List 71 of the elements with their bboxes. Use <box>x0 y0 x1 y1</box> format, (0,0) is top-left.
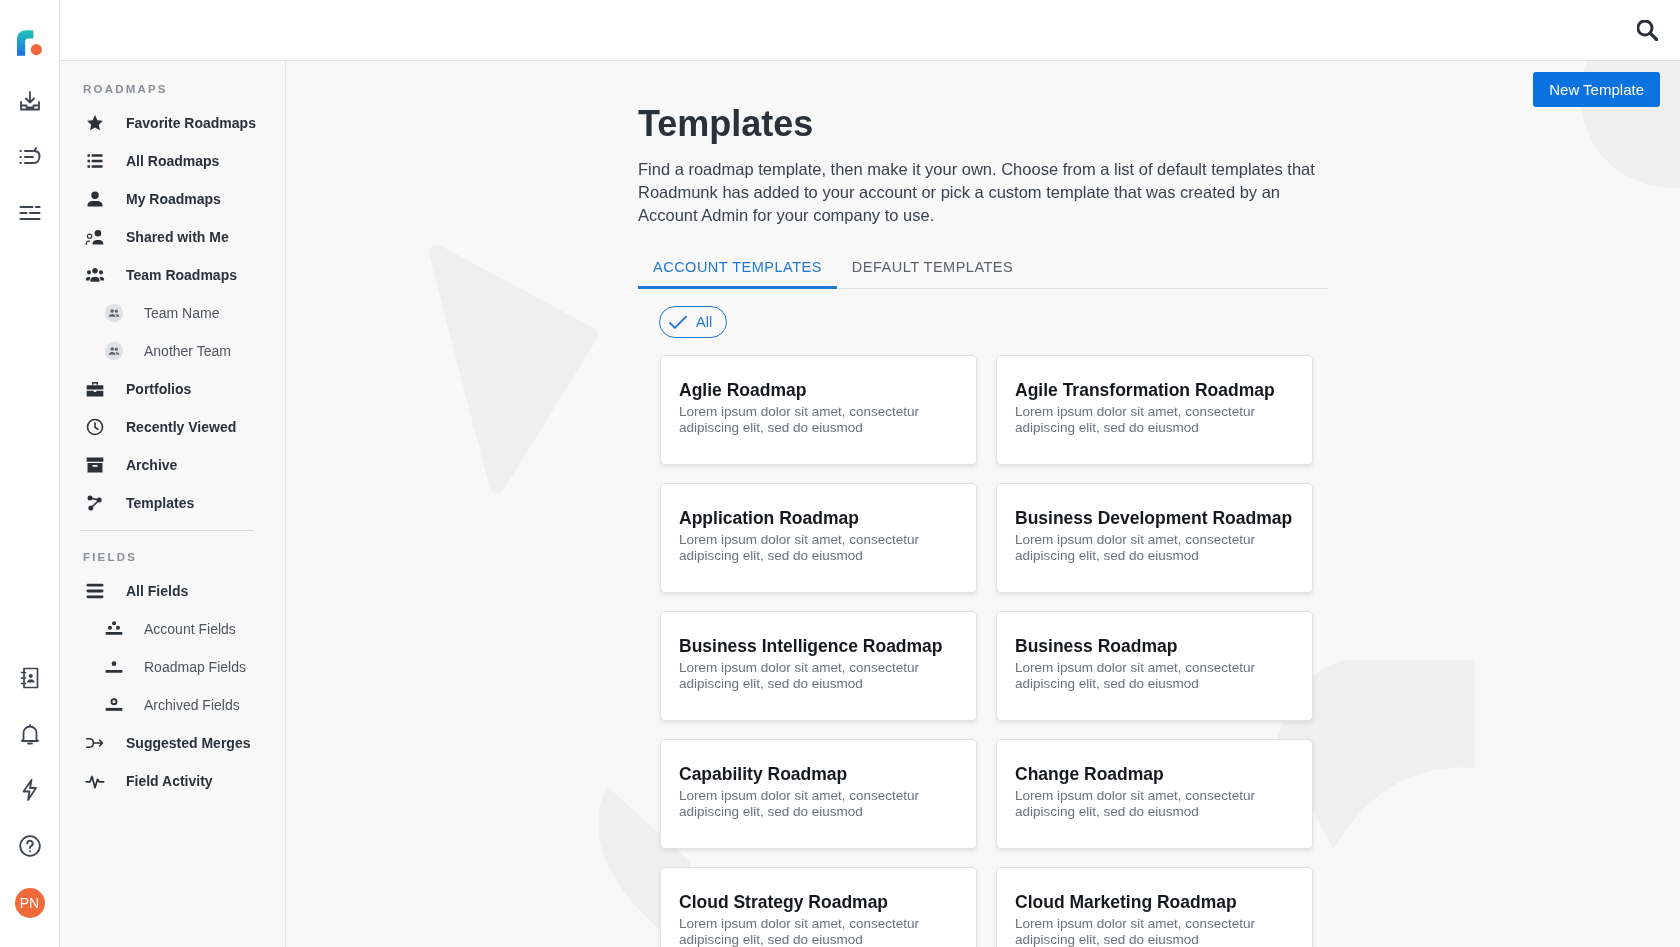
template-card[interactable]: Aglie Roadmap Lorem ipsum dolor sit amet, consectetur adipiscing elit, sed do eiusmod <box>660 355 977 465</box>
sidebar-link[interactable]: All Roadmaps <box>83 142 220 180</box>
sidebar-link[interactable]: Templates <box>83 484 195 522</box>
download-icon[interactable] <box>17 89 42 113</box>
sidebar-link[interactable]: Portfolios <box>83 370 192 408</box>
group-icon <box>85 265 105 285</box>
card-description: Lorem ipsum dolor sit amet, consectetur adipiscing elit, sed do eiusmod <box>679 788 921 820</box>
template-card[interactable]: Change Roadmap Lorem ipsum dolor sit amet, consectetur adipiscing elit, sed do eiusmod <box>996 739 1313 849</box>
card-description: Lorem ipsum dolor sit amet, consectetur adipiscing elit, sed do eiusmod <box>1015 532 1257 564</box>
card-title: Agile Transformation Roadmap <box>1015 379 1275 401</box>
sidebar-link[interactable]: Team Roadmaps <box>83 256 237 294</box>
section-heading: FIELDS <box>83 550 138 565</box>
help-icon[interactable] <box>17 834 42 858</box>
page-description: Find a roadmap template, then make it your own. Choose from a list of default templates that Roadmunk has added to your account or pick a custom template that was created by an Account Admin for your company to use. <box>638 159 1316 226</box>
card-description: Lorem ipsum dolor sit amet, consectetur adipiscing elit, sed do eiusmod <box>1015 404 1257 436</box>
sidebar-link[interactable]: Recently Viewed <box>83 408 237 446</box>
card-title: Aglie Roadmap <box>679 379 807 401</box>
briefcase-icon <box>85 379 105 399</box>
sidebar-link[interactable]: Archived Fields <box>83 686 240 724</box>
card-description: Lorem ipsum dolor sit amet, consectetur adipiscing elit, sed do eiusmod <box>679 916 921 947</box>
section-heading: ROADMAPS <box>83 82 168 97</box>
template-card[interactable]: Business Roadmap Lorem ipsum dolor sit amet, consectetur adipiscing elit, sed do eiusmod <box>996 611 1313 721</box>
template-card[interactable]: Cloud Marketing Roadmap Lorem ipsum dolor sit amet, consectetur adipiscing elit, sed do eiusmod <box>996 867 1313 947</box>
list-icon <box>85 151 105 171</box>
sidebar-link[interactable]: Account Fields <box>83 610 236 648</box>
card-title: Cloud Marketing Roadmap <box>1015 891 1237 913</box>
card-title: Business Intelligence Roadmap <box>679 635 943 657</box>
sidebar-link[interactable]: Field Activity <box>83 762 213 800</box>
template-card[interactable]: Capability Roadmap Lorem ipsum dolor sit amet, consectetur adipiscing elit, sed do eiusmod <box>660 739 977 849</box>
archive-icon <box>85 455 105 475</box>
sidebar-link[interactable]: Favorite Roadmaps <box>83 104 256 142</box>
new-template-button[interactable]: New Template <box>1533 72 1660 107</box>
star-icon <box>85 113 105 133</box>
card-description: Lorem ipsum dolor sit amet, consectetur adipiscing elit, sed do eiusmod <box>1015 660 1257 692</box>
template-card[interactable]: Application Roadmap Lorem ipsum dolor sit amet, consectetur adipiscing elit, sed do eiusmod <box>660 483 977 593</box>
sidebar-link[interactable]: Another Team <box>83 332 231 370</box>
person-icon <box>85 189 105 209</box>
card-title: Application Roadmap <box>679 507 859 529</box>
card-title: Cloud Strategy Roadmap <box>679 891 889 913</box>
nodes-icon <box>85 493 105 513</box>
search-icon[interactable] <box>1637 19 1658 41</box>
template-card[interactable]: Business Intelligence Roadmap Lorem ipsum dolor sit amet, consectetur adipiscing elit, sed do eiusmod <box>660 611 977 721</box>
card-title: Business Roadmap <box>1015 635 1178 657</box>
lines-icon <box>85 581 105 601</box>
logo-icon[interactable] <box>17 30 42 56</box>
sidebar-link[interactable]: All Fields <box>83 572 189 610</box>
team-icon <box>104 341 124 361</box>
tab[interactable]: ACCOUNT TEMPLATES <box>638 248 837 289</box>
clock-icon <box>85 417 105 437</box>
card-description: Lorem ipsum dolor sit amet, consectetur adipiscing elit, sed do eiusmod <box>1015 788 1257 820</box>
team-icon <box>104 303 124 323</box>
card-title: Capability Roadmap <box>679 763 848 785</box>
card-title: Business Development Roadmap <box>1015 507 1293 529</box>
check-icon <box>669 315 687 329</box>
card-description: Lorem ipsum dolor sit amet, consectetur adipiscing elit, sed do eiusmod <box>1015 916 1257 947</box>
sidebar-link[interactable]: Team Name <box>83 294 220 332</box>
template-card[interactable]: Business Development Roadmap Lorem ipsum dolor sit amet, consectetur adipiscing elit, sed do eiusmod <box>996 483 1313 593</box>
people-icon <box>85 227 105 247</box>
card-title: Change Roadmap <box>1015 763 1164 785</box>
template-card[interactable]: Cloud Strategy Roadmap Lorem ipsum dolor sit amet, consectetur adipiscing elit, sed do eiusmod <box>660 867 977 947</box>
sidebar-link[interactable]: My Roadmaps <box>83 180 221 218</box>
page-title: Templates <box>638 104 814 144</box>
sidebar-link[interactable]: Suggested Merges <box>83 724 251 762</box>
card-description: Lorem ipsum dolor sit amet, consectetur adipiscing elit, sed do eiusmod <box>679 404 921 436</box>
card-description: Lorem ipsum dolor sit amet, consectetur adipiscing elit, sed do eiusmod <box>679 532 921 564</box>
sidebar-link[interactable]: Roadmap Fields <box>83 648 246 686</box>
card-description: Lorem ipsum dolor sit amet, consectetur adipiscing elit, sed do eiusmod <box>679 660 921 692</box>
template-card[interactable]: Agile Transformation Roadmap Lorem ipsum dolor sit amet, consectetur adipiscing elit, sed do eiusmod <box>996 355 1313 465</box>
tab[interactable]: DEFAULT TEMPLATES <box>836 248 1029 289</box>
sidebar-link[interactable]: Shared with Me <box>83 218 229 256</box>
sidebar-link[interactable]: Archive <box>83 446 178 484</box>
